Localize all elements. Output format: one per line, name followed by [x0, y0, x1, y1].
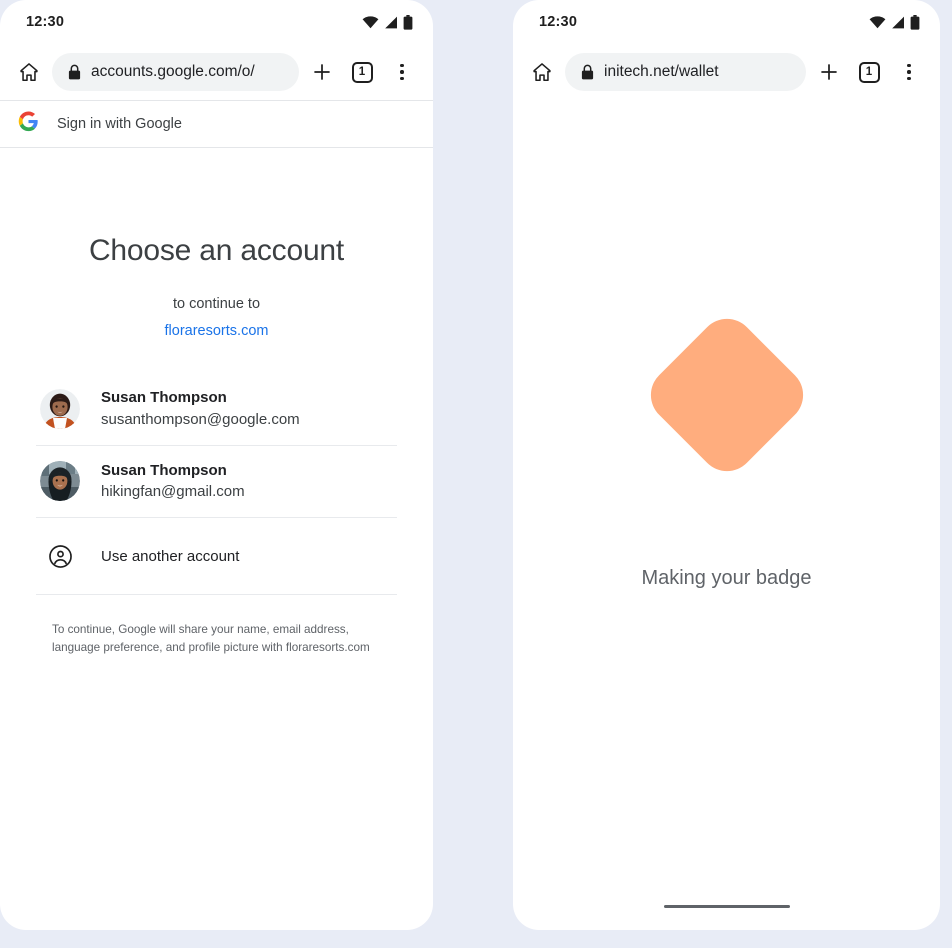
- url-text: initech.net/wallet: [604, 63, 719, 80]
- account-name: Susan Thompson: [101, 461, 227, 479]
- consent-text: To continue, Google will share your name…: [52, 623, 370, 654]
- kebab-menu-icon[interactable]: [385, 55, 419, 89]
- phone-right: 12:30 initech.net/wallet 1 Making your b…: [513, 0, 940, 930]
- kebab-menu-icon[interactable]: [892, 55, 926, 89]
- battery-icon: [910, 14, 920, 30]
- plus-icon[interactable]: [812, 55, 846, 89]
- home-icon[interactable]: [525, 55, 559, 89]
- url-text: accounts.google.com/o/: [91, 63, 255, 80]
- status-bar-right: 12:30: [513, 0, 940, 44]
- url-bar[interactable]: initech.net/wallet: [565, 53, 806, 91]
- screen: 12:30 accounts.google.com/o/ 1 Sign in w…: [0, 0, 952, 948]
- home-indicator: [663, 904, 790, 908]
- omnibox-row-left: accounts.google.com/o/ 1: [0, 44, 433, 100]
- home-icon[interactable]: [12, 55, 46, 89]
- wallet-status-text: Making your badge: [641, 567, 812, 589]
- tab-count: 1: [858, 61, 880, 83]
- status-time: 12:30: [539, 14, 578, 30]
- account-email: hikingfan@gmail.com: [101, 483, 245, 501]
- phone-left: 12:30 accounts.google.com/o/ 1 Sign in w…: [0, 0, 433, 930]
- wallet-loading-screen: Making your badge: [513, 100, 940, 930]
- signal-icon: [384, 16, 398, 29]
- use-another-account-row[interactable]: Use another account: [36, 518, 397, 595]
- url-bar[interactable]: accounts.google.com/o/: [52, 53, 299, 91]
- omnibox-row-right: initech.net/wallet 1: [513, 44, 940, 100]
- google-signin-label: Sign in with Google: [57, 116, 182, 132]
- account-chooser: Choose an account to continue to florare…: [0, 148, 433, 657]
- signal-icon: [891, 16, 905, 29]
- wifi-icon: [362, 15, 379, 29]
- avatar: [40, 388, 80, 429]
- status-icons: [869, 14, 920, 30]
- use-another-account-label: Use another account: [101, 547, 240, 565]
- account-list: Susan Thompson susanthompson@google.com: [36, 373, 397, 595]
- status-time: 12:30: [26, 14, 65, 30]
- kebab-dots: [907, 63, 911, 81]
- tab-count: 1: [351, 61, 373, 83]
- badge-placeholder-shape: [638, 307, 815, 483]
- status-icons: [362, 14, 413, 30]
- kebab-dots: [400, 63, 404, 81]
- account-circle-icon: [40, 536, 80, 576]
- page-title: Choose an account: [88, 234, 345, 267]
- wifi-icon: [869, 15, 886, 29]
- tab-counter-button[interactable]: 1: [345, 55, 379, 89]
- account-row[interactable]: Susan Thompson hikingfan@gmail.com: [36, 446, 397, 518]
- account-info: Susan Thompson susanthompson@google.com: [101, 387, 300, 431]
- avatar: [40, 461, 80, 502]
- status-bar-left: 12:30: [0, 0, 433, 44]
- lock-icon: [581, 64, 594, 80]
- google-g-icon: [18, 111, 39, 137]
- google-signin-header: Sign in with Google: [0, 100, 433, 148]
- tab-counter-button[interactable]: 1: [852, 55, 886, 89]
- account-row[interactable]: Susan Thompson susanthompson@google.com: [36, 373, 397, 446]
- target-domain-link[interactable]: floraresorts.com: [16, 323, 417, 339]
- account-name: Susan Thompson: [101, 389, 227, 406]
- plus-icon[interactable]: [305, 55, 339, 89]
- account-email: susanthompson@google.com: [101, 410, 300, 428]
- battery-icon: [403, 14, 413, 30]
- lock-icon: [68, 64, 81, 80]
- account-info: Susan Thompson hikingfan@gmail.com: [101, 460, 245, 504]
- continue-to-label: to continue to: [172, 296, 261, 312]
